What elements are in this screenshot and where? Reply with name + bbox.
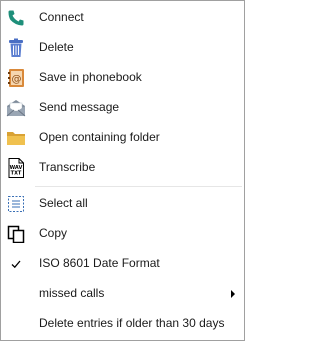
menu-item-delete-old-entries[interactable]: Delete entries if older than 30 days	[1, 310, 244, 338]
copy-icon	[6, 224, 26, 244]
phone-icon	[6, 8, 26, 28]
wav-txt-file-icon: WAV TXT	[6, 158, 26, 178]
menu-item-delete[interactable]: Delete	[1, 34, 244, 62]
menu-item-label: Save in phonebook	[39, 70, 142, 84]
menu-item-label: missed calls	[39, 286, 105, 300]
menu-item-label: Send message	[39, 100, 120, 114]
menu-item-label: Delete	[39, 40, 74, 54]
address-book-icon: @	[6, 68, 26, 88]
menu-item-connect[interactable]: Connect	[1, 4, 244, 32]
menu-separator	[35, 186, 242, 187]
svg-text:TXT: TXT	[11, 171, 22, 177]
menu-item-label: Copy	[39, 226, 68, 240]
envelope-icon	[6, 98, 26, 118]
checkmark-icon	[6, 254, 26, 274]
svg-text:@: @	[12, 74, 22, 85]
submenu-arrow-icon	[231, 290, 235, 298]
folder-icon	[6, 128, 26, 148]
context-menu: Connect Delete @ Save in phonebook Send …	[0, 0, 245, 341]
menu-item-missed-calls[interactable]: missed calls	[1, 280, 244, 308]
menu-item-label: Connect	[39, 10, 84, 24]
menu-item-transcribe[interactable]: WAV TXT Transcribe	[1, 154, 244, 182]
menu-item-send-message[interactable]: Send message	[1, 94, 244, 122]
menu-item-label: Open containing folder	[39, 130, 160, 144]
menu-item-open-containing-folder[interactable]: Open containing folder	[1, 124, 244, 152]
menu-item-label: Select all	[39, 196, 88, 210]
menu-item-iso-8601-date-format[interactable]: ISO 8601 Date Format	[1, 250, 244, 278]
menu-item-copy[interactable]: Copy	[1, 220, 244, 248]
trash-icon	[6, 38, 26, 58]
menu-item-save-in-phonebook[interactable]: @ Save in phonebook	[1, 64, 244, 92]
menu-item-select-all[interactable]: Select all	[1, 190, 244, 218]
select-all-icon	[6, 194, 26, 214]
menu-item-label: Delete entries if older than 30 days	[39, 316, 225, 330]
menu-item-label: Transcribe	[39, 160, 96, 174]
menu-item-label: ISO 8601 Date Format	[39, 256, 160, 270]
